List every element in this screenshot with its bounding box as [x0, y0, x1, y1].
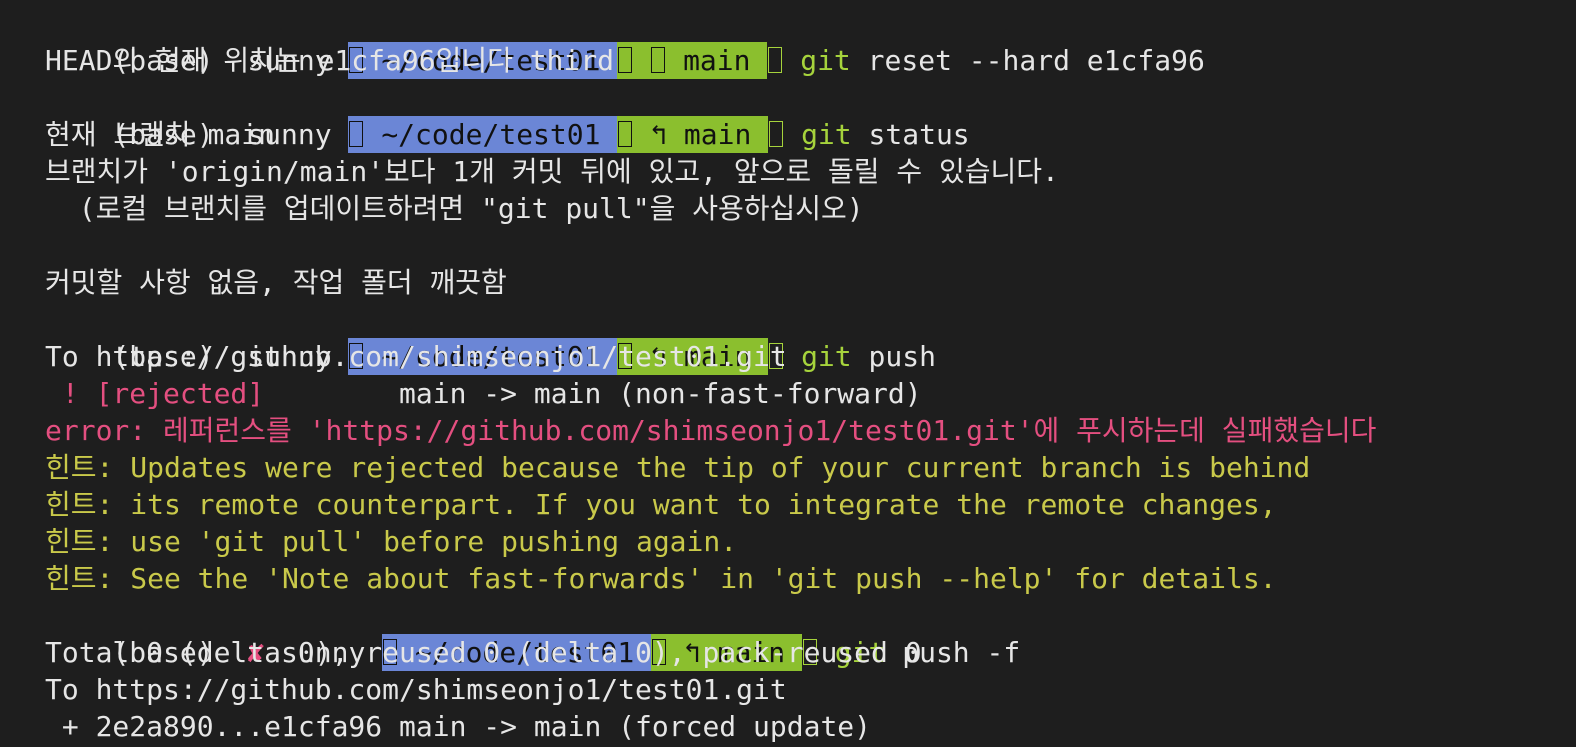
- powerline-end-icon: [768, 47, 783, 73]
- prompt-branch-segment: ↰ main: [617, 116, 769, 153]
- command-keyword: git: [800, 44, 851, 77]
- hint-line: 힌트: See the 'Note about fast-forwards' i…: [45, 562, 1277, 595]
- prompt-line: (base) sunny ~/code/test01 main git rese…: [45, 5, 1205, 79]
- output-line: + 2e2a890...e1cfa96 main -> main (forced…: [45, 710, 872, 743]
- rejected-label: ! [rejected]: [45, 377, 265, 410]
- prompt-branch: main: [683, 44, 751, 77]
- hint-line: 힌트: use 'git pull' before pushing again.: [45, 525, 738, 558]
- prompt-branch: main: [683, 118, 752, 151]
- prompt-line: (base) sunny ~/code/test01 ↰ main git pu…: [45, 301, 936, 375]
- branch-glyph-icon: [651, 47, 666, 73]
- prompt-dir: ~/code/test01: [381, 118, 601, 151]
- branch-arrow-icon: ↰: [650, 118, 668, 151]
- output-line: To https://github.com/shimseonjo1/test01…: [45, 340, 787, 373]
- output-line: 브랜치가 'origin/main'보다 1개 커밋 뒤에 있고, 앞으로 돌릴…: [45, 155, 1059, 188]
- powerline-separator-icon: [618, 121, 633, 147]
- prompt-branch-segment: main: [617, 42, 768, 79]
- command-keyword: git: [801, 340, 852, 373]
- command-keyword: git: [801, 118, 852, 151]
- powerline-separator-icon: [618, 47, 633, 73]
- rejected-detail: main -> main (non-fast-forward): [264, 377, 922, 410]
- command-args: reset --hard e1cfa96: [850, 44, 1205, 77]
- powerline-end-icon: [769, 121, 784, 147]
- output-line: ! [rejected] main -> main (non-fast-forw…: [45, 375, 922, 412]
- hint-line: 힌트: Updates were rejected because the ti…: [45, 451, 1311, 484]
- output-line: To https://github.com/shimseonjo1/test01…: [45, 673, 787, 706]
- powerline-separator-icon: [349, 121, 364, 147]
- command-args: push: [851, 340, 936, 373]
- prompt-line: (base) ✘ sunny ~/code/test01 ↰ main git …: [45, 597, 1020, 671]
- error-line: error: 레퍼런스를 'https://github.com/shimseo…: [45, 414, 1377, 447]
- hint-line: 힌트: its remote counterpart. If you want …: [45, 488, 1277, 521]
- output-line: Total 0 (delta 0), reused 0 (delta 0), p…: [45, 636, 922, 669]
- command-args: status: [851, 118, 970, 151]
- output-line: (로컬 브랜치를 업데이트하려면 "git pull"을 사용하십시오): [45, 192, 864, 225]
- output-line: 커밋할 사항 없음, 작업 폴더 깨끗함: [45, 266, 507, 299]
- prompt-dir-segment: ~/code/test01: [348, 116, 618, 153]
- prompt-line: (base) sunny ~/code/test01 ↰ main git st…: [45, 79, 970, 153]
- terminal-window[interactable]: (base) sunny ~/code/test01 main git rese…: [0, 0, 1576, 747]
- output-line: HEAD의 현재 위치는 e1cfa96입니다 third: [45, 44, 614, 77]
- output-line: 현재 브랜치 main: [45, 118, 275, 151]
